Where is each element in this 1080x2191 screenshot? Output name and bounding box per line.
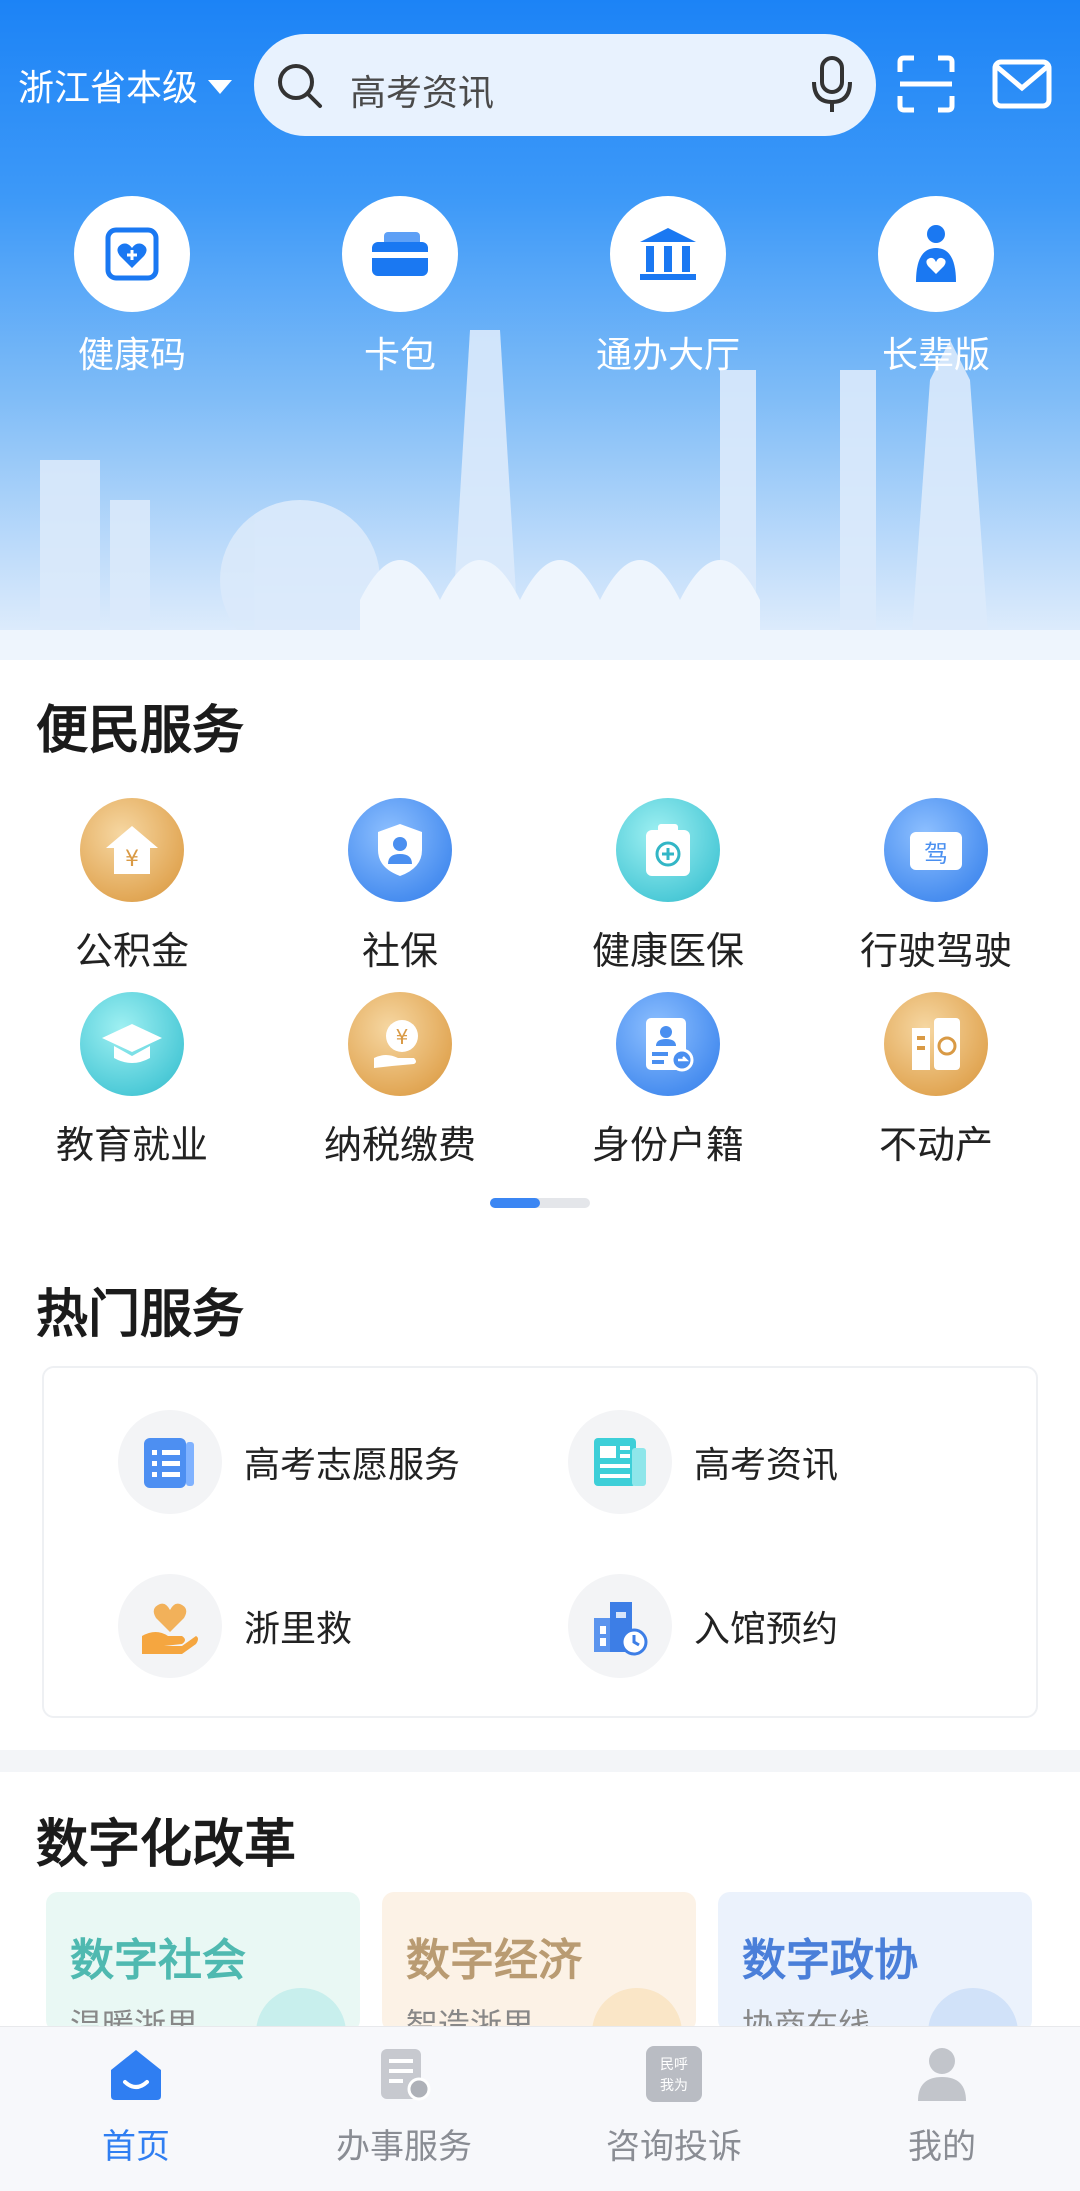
home-icon xyxy=(111,2050,161,2100)
region-label: 浙江省本级 xyxy=(18,68,199,109)
service-driving[interactable]: 驾 行驶驾驶 xyxy=(826,798,1046,975)
section-title-reform: 数字化改革 xyxy=(36,1815,297,1875)
scan-icon[interactable] xyxy=(896,54,956,114)
hot-service-rescue[interactable]: 浙里救 xyxy=(118,1574,352,1678)
page-indicator xyxy=(490,1198,590,1208)
quick-service-hall[interactable]: 通办大厅 xyxy=(568,196,768,378)
quick-card-wallet[interactable]: 卡包 xyxy=(300,196,500,378)
tab-label: 首页 xyxy=(102,2127,170,2167)
service-hall-icon xyxy=(640,228,696,280)
service-label: 不动产 xyxy=(878,1123,993,1167)
search-icon xyxy=(278,64,322,108)
application-list-icon xyxy=(144,1438,194,1488)
svg-text:我为: 我为 xyxy=(660,2078,688,2094)
tab-consult[interactable]: 民呼 我为 咨询投诉 xyxy=(574,2043,774,2168)
caret-down-icon xyxy=(208,80,233,94)
reform-card-digital-cppcc[interactable]: 数字政协 协商在线 xyxy=(718,1892,1032,2032)
section-title-convenience: 便民服务 xyxy=(36,701,245,761)
tab-label: 咨询投诉 xyxy=(606,2127,742,2167)
tab-label: 我的 xyxy=(908,2127,976,2167)
service-label: 纳税缴费 xyxy=(323,1123,476,1167)
reform-card-title: 数字经济 xyxy=(406,1935,582,1986)
svg-text:¥: ¥ xyxy=(125,847,139,872)
hot-service-label: 高考志愿服务 xyxy=(244,1445,461,1486)
service-tax-payment[interactable]: ¥ 纳税缴费 xyxy=(290,992,510,1169)
quick-label: 卡包 xyxy=(363,335,436,376)
microphone-icon[interactable] xyxy=(810,56,854,114)
svg-text:驾: 驾 xyxy=(924,840,948,868)
reform-card-digital-economy[interactable]: 数字经济 智造浙里 xyxy=(382,1892,696,2032)
hero-banner: 浙江省本级 高考资讯 健康码 卡包 通办大厅 长辈版 xyxy=(0,0,1080,660)
service-label: 身份户籍 xyxy=(591,1123,744,1167)
real-estate-icon xyxy=(912,1018,960,1070)
quick-elder-mode[interactable]: 长辈版 xyxy=(836,196,1036,378)
elder-mode-icon xyxy=(916,225,956,282)
tab-home[interactable]: 首页 xyxy=(36,2043,236,2168)
service-real-estate[interactable]: 不动产 xyxy=(826,992,1046,1169)
hot-service-reservation[interactable]: 入馆预约 xyxy=(568,1574,838,1678)
svg-text:民呼: 民呼 xyxy=(660,2057,688,2073)
section-divider xyxy=(0,1750,1080,1772)
medical-insurance-icon xyxy=(646,824,690,876)
quick-label: 健康码 xyxy=(77,335,186,376)
service-education[interactable]: 教育就业 xyxy=(22,992,242,1169)
reform-card-title: 数字社会 xyxy=(70,1935,246,1986)
service-label: 行驶驾驶 xyxy=(859,929,1012,973)
hot-service-application[interactable]: 高考志愿服务 xyxy=(118,1410,460,1514)
heart-hand-icon xyxy=(142,1603,198,1654)
tab-label: 办事服务 xyxy=(336,2127,472,2167)
services-icon xyxy=(381,2049,431,2101)
service-label: 公积金 xyxy=(74,929,189,973)
consult-icon: 民呼 我为 xyxy=(646,2046,702,2102)
hot-service-label: 浙里救 xyxy=(244,1609,353,1650)
news-icon xyxy=(594,1438,646,1486)
mail-icon[interactable] xyxy=(992,56,1052,112)
housing-fund-icon: ¥ xyxy=(106,826,158,874)
driving-license-icon: 驾 xyxy=(910,832,962,870)
reform-card-title: 数字政协 xyxy=(742,1935,918,1986)
page-indicator-active xyxy=(490,1198,540,1208)
hot-service-news[interactable]: 高考资讯 xyxy=(568,1410,838,1514)
top-bar: 浙江省本级 高考资讯 xyxy=(0,30,1080,140)
search-placeholder: 高考资讯 xyxy=(350,73,495,114)
quick-actions: 健康码 卡包 通办大厅 长辈版 xyxy=(0,196,1080,376)
hot-service-label: 入馆预约 xyxy=(694,1609,839,1650)
quick-health-code[interactable]: 健康码 xyxy=(32,196,232,378)
tax-payment-icon: ¥ xyxy=(374,1020,418,1068)
card-wallet-icon xyxy=(372,232,428,276)
quick-label: 通办大厅 xyxy=(595,335,740,376)
region-selector[interactable]: 浙江省本级 xyxy=(18,60,233,110)
service-housing-fund[interactable]: ¥ 公积金 xyxy=(22,798,242,975)
reform-card-digital-society[interactable]: 数字社会 温暖浙里 xyxy=(46,1892,360,2032)
hot-services-card: 高考志愿服务 高考资讯 浙里救 入馆预约 xyxy=(42,1366,1038,1718)
service-medical-insurance[interactable]: 健康医保 xyxy=(558,798,778,975)
service-social-security[interactable]: 社保 xyxy=(290,798,510,975)
household-id-icon xyxy=(646,1018,694,1072)
bottom-navigation: 首页 办事服务 民呼 我为 咨询投诉 我的 xyxy=(0,2026,1080,2191)
profile-icon xyxy=(918,2048,966,2101)
service-household-id[interactable]: 身份户籍 xyxy=(558,992,778,1169)
section-title-hot: 热门服务 xyxy=(36,1285,245,1345)
service-label: 社保 xyxy=(361,929,438,973)
tab-services[interactable]: 办事服务 xyxy=(304,2043,504,2168)
svg-text:¥: ¥ xyxy=(396,1025,409,1049)
health-code-icon xyxy=(105,227,159,281)
search-bar[interactable]: 高考资讯 xyxy=(254,34,876,136)
education-icon xyxy=(102,1024,162,1063)
social-security-icon xyxy=(378,824,422,876)
hot-service-label: 高考资讯 xyxy=(694,1445,839,1486)
service-label: 教育就业 xyxy=(55,1123,208,1167)
building-clock-icon xyxy=(594,1602,648,1656)
service-label: 健康医保 xyxy=(591,929,744,973)
tab-profile[interactable]: 我的 xyxy=(842,2043,1042,2168)
quick-label: 长辈版 xyxy=(881,335,990,376)
